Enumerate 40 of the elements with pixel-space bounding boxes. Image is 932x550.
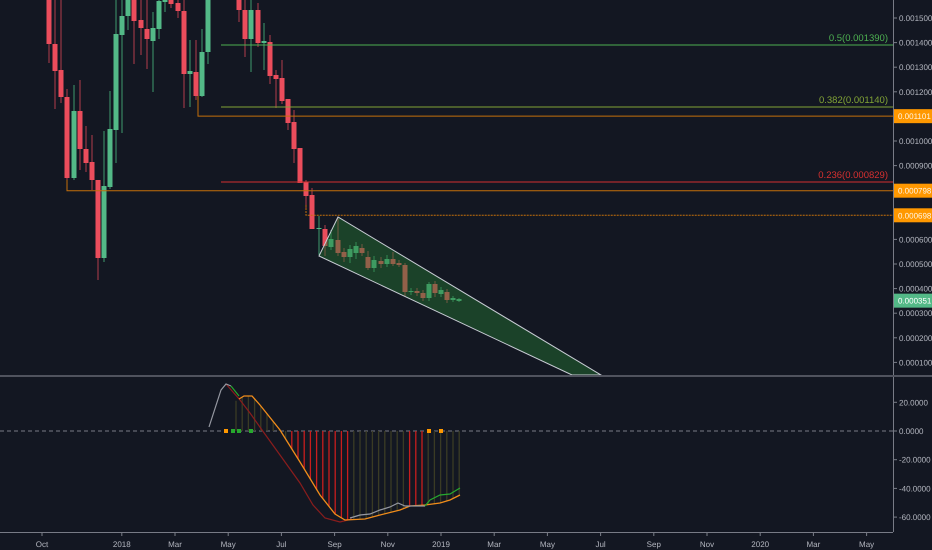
indicator-axis-label: -60.0000 <box>899 513 931 522</box>
time-axis-label: 2020 <box>751 540 770 549</box>
price-tag: 0.001101 <box>894 109 932 124</box>
price-axis-label: 0.000600 <box>899 235 932 244</box>
indicator-axis-label: 20.0000 <box>899 398 928 408</box>
price-axis-label: 0.000400 <box>899 284 932 294</box>
time-axis-label: 2018 <box>112 540 131 549</box>
time-axis-label: Oct <box>36 540 48 549</box>
indicator-axis-label: -40.0000 <box>899 484 931 494</box>
indicator-axis-label: -20.0000 <box>899 456 931 465</box>
price-tag: 0.000351 <box>894 294 932 308</box>
fib-level-label: 0.236(0.000829) <box>818 170 888 181</box>
price-axis-label: 0.000300 <box>899 309 932 318</box>
price-axis-label: 0.001200 <box>899 88 932 97</box>
time-axis-label: 2019 <box>432 540 450 549</box>
indicator-axis-label: 0.0000 <box>899 427 924 436</box>
time-axis-label: Sep <box>327 540 342 549</box>
time-axis-label: Mar <box>806 540 820 549</box>
price-axis-label: 0.001300 <box>899 63 932 72</box>
time-axis-label: Jul <box>276 540 287 549</box>
time-axis-label: Sep <box>646 540 661 549</box>
price-axis-label: 0.000500 <box>899 260 932 269</box>
time-axis-label: May <box>540 540 555 549</box>
price-axis-label: 0.001000 <box>899 137 932 146</box>
price-axis-label: 0.000200 <box>899 334 932 343</box>
price-axis-label: 0.000900 <box>899 162 932 171</box>
time-axis-label: May <box>220 540 236 549</box>
price-axis-label: 0.001500 <box>899 14 932 23</box>
time-axis-label: Nov <box>700 540 714 549</box>
fib-level-label: 0.382(0.001140) <box>818 95 888 106</box>
price-axis-label: 0.000100 <box>899 358 932 368</box>
price-axis-label: 0.001400 <box>899 38 932 48</box>
time-axis-label: May <box>859 540 874 549</box>
time-axis-label: Mar <box>487 540 502 549</box>
price-tag: 0.000798 <box>894 184 932 198</box>
fib-level-label: 0.5(0.001390) <box>828 33 888 44</box>
time-axis-label: Jul <box>595 540 606 549</box>
time-axis-label: Mar <box>168 540 182 549</box>
price-tag: 0.000698 <box>894 208 932 222</box>
time-axis-label: Nov <box>380 540 395 549</box>
